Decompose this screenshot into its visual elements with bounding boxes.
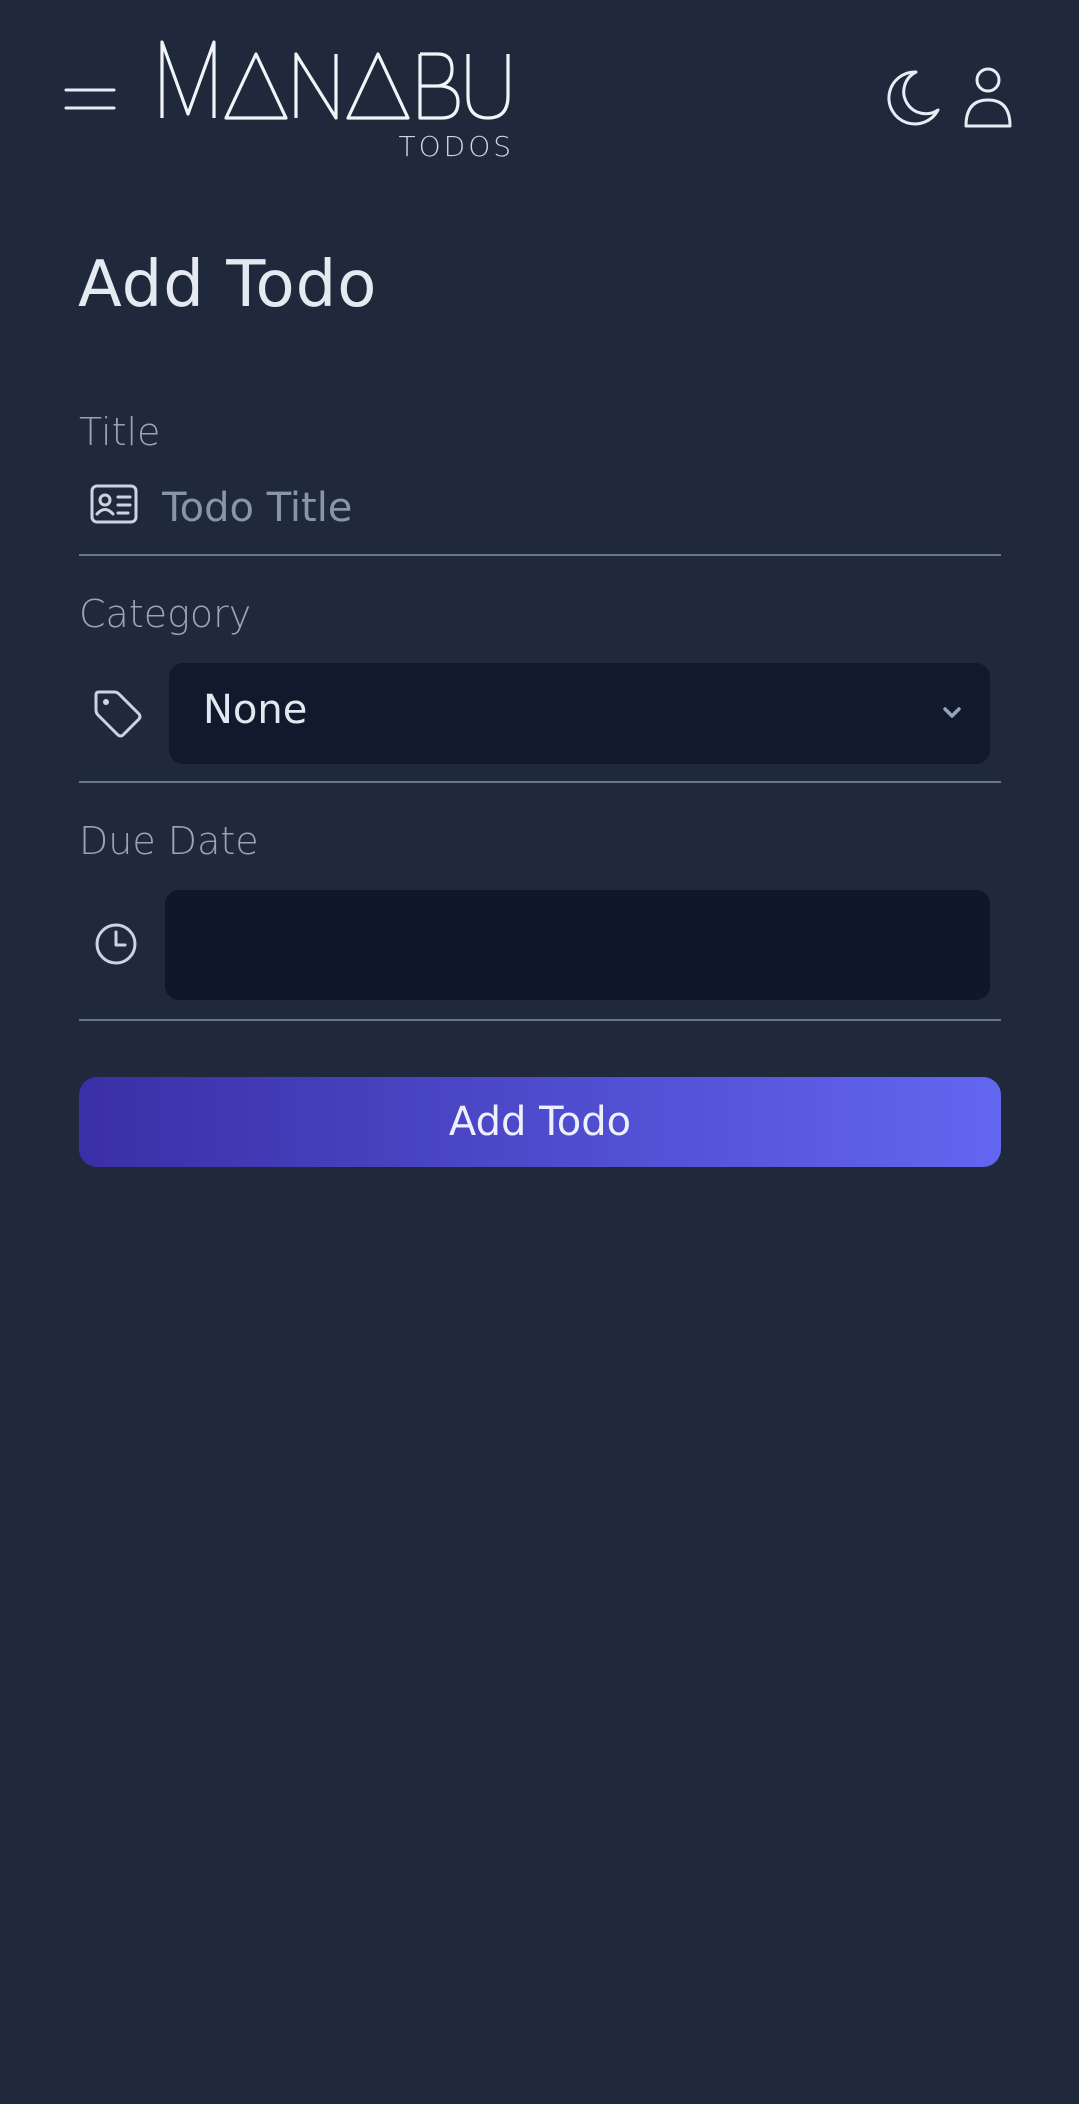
tag-icon (92, 688, 144, 740)
due-date-input[interactable] (165, 890, 990, 1000)
due-date-divider (79, 1019, 1001, 1021)
due-date-label: Due Date (79, 819, 259, 863)
category-divider (79, 781, 1001, 783)
app-logo[interactable]: TODOS (158, 38, 514, 164)
page-title: Add Todo (78, 248, 378, 322)
user-icon[interactable] (962, 66, 1014, 130)
clock-icon (92, 920, 144, 972)
logo-wordmark (160, 40, 510, 120)
category-select[interactable]: None (169, 663, 990, 764)
id-card-icon (90, 484, 142, 536)
moon-icon[interactable] (882, 68, 942, 128)
title-input[interactable] (162, 476, 992, 540)
logo-subtitle: TODOS (398, 130, 514, 163)
hamburger-menu-icon[interactable] (60, 80, 116, 116)
category-selected-value: None (203, 687, 308, 733)
title-divider (79, 554, 1001, 556)
add-todo-button[interactable]: Add Todo (79, 1077, 1001, 1167)
category-label: Category (79, 592, 252, 636)
chevron-down-icon (940, 701, 964, 725)
app-header: TODOS (0, 0, 1079, 170)
title-label: Title (79, 410, 161, 454)
